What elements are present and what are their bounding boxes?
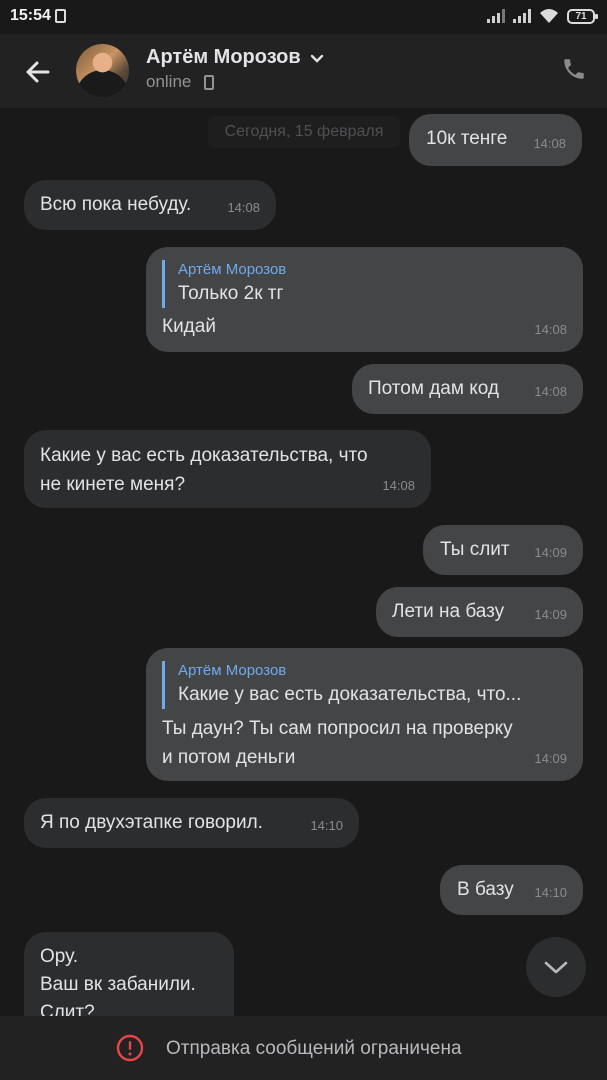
- signal-icon: [487, 9, 505, 23]
- message-bubble[interactable]: Ору. Ваш вк забанили. Слит?: [24, 932, 234, 1016]
- message-bubble[interactable]: 10к тенге 14:08: [409, 114, 582, 166]
- message-time: 14:09: [534, 545, 567, 560]
- message-text: Лети на базу: [392, 601, 505, 622]
- message-time: 14:08: [227, 200, 260, 215]
- message-text: Ты даун? Ты сам попросил на проверку и п…: [162, 718, 513, 768]
- message-time: 14:08: [534, 322, 567, 337]
- message-time: 14:10: [534, 885, 567, 900]
- message-bubble[interactable]: Я по двухэтапке говорил. 14:10: [24, 798, 359, 848]
- chevron-down-icon: [544, 961, 568, 974]
- status-icons: 71: [487, 8, 598, 24]
- contact-status: online: [146, 72, 192, 91]
- avatar[interactable]: [76, 44, 129, 97]
- restriction-notice: Отправка сообщений ограничена: [166, 1038, 462, 1059]
- chevron-down-icon[interactable]: [310, 54, 324, 64]
- message-bubble[interactable]: Всю пока небуду. 14:08: [24, 180, 276, 230]
- wifi-icon: [540, 9, 558, 23]
- arrow-left-icon[interactable]: [20, 54, 56, 90]
- signal-icon-2: [513, 9, 531, 23]
- reply-author: Артём Морозов: [178, 662, 287, 679]
- message-bubble[interactable]: Артём Морозов Только 2к тг Кидай 14:08: [146, 247, 583, 352]
- scroll-to-bottom-button[interactable]: [526, 937, 586, 997]
- message-text: Какие у вас есть доказательства, что не …: [40, 445, 368, 495]
- reply-quote[interactable]: Артём Морозов Какие у вас есть доказател…: [162, 661, 521, 709]
- message-text: В базу: [457, 879, 514, 900]
- message-bubble[interactable]: В базу 14:10: [440, 865, 583, 915]
- message-text: Всю пока небуду.: [40, 194, 192, 215]
- message-text: Кидай: [162, 316, 216, 337]
- mobile-device-icon: [204, 75, 214, 90]
- message-bubble[interactable]: Ты слит 14:09: [423, 525, 583, 575]
- message-bubble[interactable]: Потом дам код 14:08: [352, 364, 583, 414]
- message-bubble[interactable]: Лети на базу 14:09: [376, 587, 583, 637]
- message-bubble[interactable]: Артём Морозов Какие у вас есть доказател…: [146, 648, 583, 781]
- message-time: 14:08: [533, 136, 566, 151]
- message-time: 14:09: [534, 607, 567, 622]
- chat-header: Артём Морозов online: [0, 34, 607, 108]
- message-text: Ты слит: [440, 539, 510, 560]
- battery-icon: 71: [567, 8, 598, 24]
- reply-author: Артём Морозов: [178, 261, 287, 278]
- message-time: 14:10: [310, 818, 343, 833]
- message-text: Ору. Ваш вк забанили. Слит?: [40, 946, 196, 1016]
- exclamation-circle-icon: [116, 1034, 144, 1062]
- reply-text: Какие у вас есть доказательства, что...: [178, 684, 522, 705]
- message-text: Я по двухэтапке говорил.: [40, 812, 263, 833]
- message-list[interactable]: Сегодня, 15 февраля 10к тенге 14:08 Всю …: [0, 108, 607, 1016]
- message-text: Потом дам код: [368, 378, 499, 399]
- date-separator: Сегодня, 15 февраля: [208, 116, 400, 148]
- message-text: 10к тенге: [426, 128, 508, 149]
- message-bubble[interactable]: Какие у вас есть доказательства, что не …: [24, 430, 431, 508]
- reply-quote[interactable]: Артём Морозов Только 2к тг: [162, 260, 286, 308]
- status-time: 15:54: [10, 7, 51, 24]
- status-bar: 15:54 71: [0, 0, 607, 34]
- message-time: 14:08: [534, 384, 567, 399]
- reply-text: Только 2к тг: [178, 283, 284, 304]
- message-time: 14:09: [534, 751, 567, 766]
- phone-icon[interactable]: [561, 56, 587, 82]
- message-time: 14:08: [382, 478, 415, 493]
- messaging-restricted-bar: Отправка сообщений ограничена: [0, 1016, 607, 1080]
- sim-icon: [55, 9, 66, 23]
- contact-name[interactable]: Артём Морозов: [146, 46, 301, 69]
